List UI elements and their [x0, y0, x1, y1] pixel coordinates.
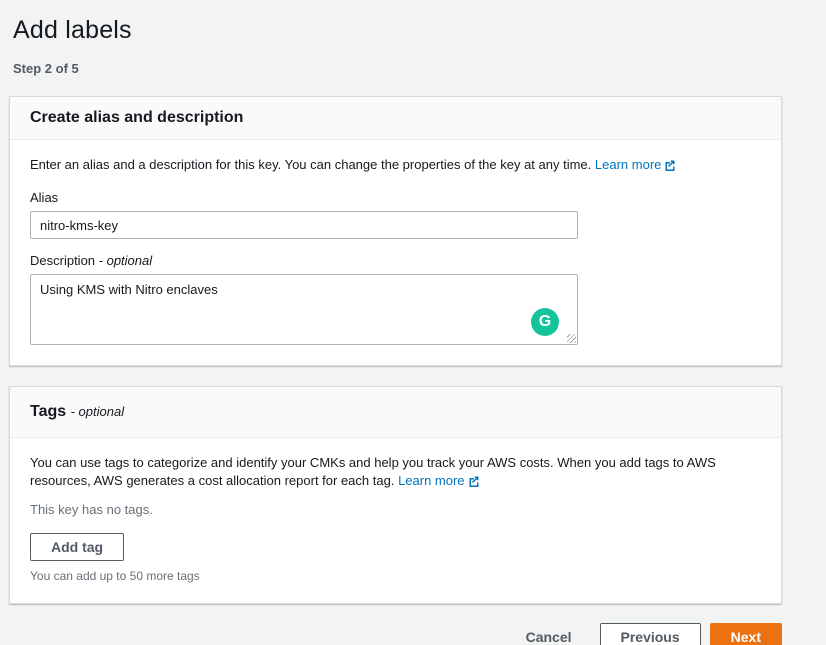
next-button[interactable]: Next: [710, 623, 782, 645]
resize-handle-icon[interactable]: [567, 334, 576, 343]
grammarly-icon[interactable]: G: [531, 308, 559, 336]
alias-input[interactable]: [30, 211, 578, 239]
description-field-label: Description - optional: [30, 253, 761, 268]
page-title: Add labels: [13, 16, 826, 45]
alias-panel-intro: Enter an alias and a description for thi…: [30, 156, 761, 176]
alias-panel-title: Create alias and description: [30, 109, 243, 126]
external-link-icon: [664, 158, 676, 176]
tags-intro-text: You can use tags to categorize and ident…: [30, 455, 716, 488]
description-textarea[interactable]: Using KMS with Nitro enclaves: [30, 274, 578, 345]
alias-panel-header: Create alias and description: [10, 97, 781, 140]
page-content: Add labels Step 2 of 5 Create alias and …: [0, 0, 826, 645]
description-optional-label: - optional: [99, 253, 152, 268]
external-link-icon: [468, 474, 480, 492]
tags-limit-note: You can add up to 50 more tags: [30, 569, 761, 583]
step-indicator: Step 2 of 5: [13, 61, 826, 76]
tags-optional-label: - optional: [71, 404, 124, 419]
cancel-button[interactable]: Cancel: [526, 624, 572, 645]
tags-panel-header: Tags - optional: [10, 387, 781, 438]
tags-panel-intro: You can use tags to categorize and ident…: [30, 454, 761, 492]
tags-learn-more-link[interactable]: Learn more: [398, 473, 464, 488]
description-textarea-wrap: Using KMS with Nitro enclaves G: [30, 274, 578, 345]
previous-button[interactable]: Previous: [600, 623, 701, 645]
alias-learn-more-link[interactable]: Learn more: [595, 157, 661, 172]
tags-empty-text: This key has no tags.: [30, 502, 761, 517]
tags-panel-body: You can use tags to categorize and ident…: [10, 438, 781, 603]
add-tag-button[interactable]: Add tag: [30, 533, 124, 561]
alias-panel-body: Enter an alias and a description for thi…: [10, 140, 781, 365]
alias-panel: Create alias and description Enter an al…: [9, 96, 782, 366]
alias-intro-text: Enter an alias and a description for thi…: [30, 157, 591, 172]
wizard-footer: Cancel Previous Next: [0, 623, 782, 645]
tags-panel-title: Tags: [30, 403, 66, 420]
alias-field-label: Alias: [30, 190, 761, 205]
tags-panel: Tags - optional You can use tags to cate…: [9, 386, 782, 604]
